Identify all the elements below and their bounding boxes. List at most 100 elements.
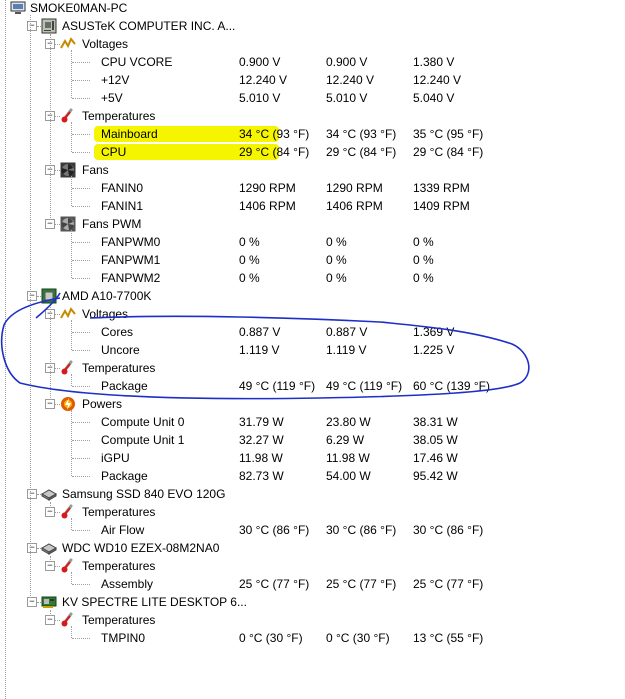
group-label: Fans — [82, 163, 109, 177]
sensor-value: 0 % — [239, 271, 260, 285]
hardware-node-amd[interactable]: − AMD A10-7700K — [0, 287, 625, 305]
hardware-label: KV SPECTRE LITE DESKTOP 6... — [62, 595, 247, 609]
sensor-group-powers[interactable]: − Powers — [0, 395, 625, 413]
sensor-group-temperatures[interactable]: − Temperatures — [0, 611, 625, 629]
sensor-min: 0.887 V — [326, 325, 368, 339]
sensor-group-fans-pwm[interactable]: − Fans PWM — [0, 215, 625, 233]
group-label: Temperatures — [82, 505, 156, 519]
tree-guide-line — [72, 386, 90, 387]
sensor-group-temperatures[interactable]: − Temperatures — [0, 503, 625, 521]
sensor-row[interactable]: Compute Unit 1 32.27 W 6.29 W 38.05 W — [0, 431, 625, 449]
sensor-max: 13 °C (55 °F) — [413, 631, 484, 645]
sensor-group-voltages[interactable]: − Voltages — [0, 35, 625, 53]
sensor-name: +12V — [101, 73, 130, 87]
sensor-row[interactable]: FANPWM2 0 % 0 % 0 % — [0, 269, 625, 287]
sensor-row[interactable]: Package 82.73 W 54.00 W 95.42 W — [0, 467, 625, 485]
computer-icon — [10, 0, 26, 16]
sensor-row[interactable]: FANIN1 1406 RPM 1406 RPM 1409 RPM — [0, 197, 625, 215]
sensor-max: 29 °C (84 °F) — [413, 145, 484, 159]
sensor-row[interactable]: Mainboard 34 °C (93 °F) 34 °C (93 °F) 35 °C… — [0, 125, 625, 143]
sensor-name: TMPIN0 — [101, 631, 146, 645]
expand-toggle[interactable]: − — [27, 291, 37, 301]
sensor-group-voltages[interactable]: − Voltages — [0, 305, 625, 323]
expand-toggle[interactable]: − — [45, 219, 55, 229]
expand-toggle[interactable]: − — [45, 399, 55, 409]
expand-toggle[interactable]: − — [45, 561, 55, 571]
tree-guide-line — [72, 422, 90, 423]
tree-guide-line — [71, 320, 72, 350]
sensor-min: 25 °C (77 °F) — [326, 577, 397, 591]
tree-guide-line — [37, 602, 41, 603]
sensor-row[interactable]: FANPWM1 0 % 0 % 0 % — [0, 251, 625, 269]
expand-toggle[interactable]: − — [45, 507, 55, 517]
expand-toggle[interactable]: − — [27, 597, 37, 607]
thermometer-icon — [60, 612, 76, 628]
sensor-group-temperatures[interactable]: − Temperatures — [0, 557, 625, 575]
tree-guide-line — [72, 458, 90, 459]
hardware-node-kv[interactable]: − KV SPECTRE LITE DESKTOP 6... — [0, 593, 625, 611]
sensor-name: FANPWM0 — [101, 235, 161, 249]
sensor-group-fans[interactable]: − Fans — [0, 161, 625, 179]
sensor-row[interactable]: Uncore 1.119 V 1.119 V 1.225 V — [0, 341, 625, 359]
tree-guide-line — [72, 62, 90, 63]
expand-toggle[interactable]: − — [27, 21, 37, 31]
sensor-max: 1.380 V — [413, 55, 455, 69]
sensor-min: 0 % — [326, 271, 347, 285]
thermometer-icon — [60, 504, 76, 520]
tree-guide-line — [37, 296, 41, 297]
hardware-node-ssd[interactable]: − Samsung SSD 840 EVO 120G — [0, 485, 625, 503]
hardware-node-asus[interactable]: − ASUSTeK COMPUTER INC. A... — [0, 17, 625, 35]
tree-guide-line — [37, 548, 41, 549]
expand-toggle[interactable]: − — [27, 543, 37, 553]
hardware-label: ASUSTeK COMPUTER INC. A... — [62, 19, 236, 33]
sensor-max: 12.240 V — [413, 73, 462, 87]
hardware-node-wdc[interactable]: − WDC WD10 EZEX-08M2NA0 — [0, 539, 625, 557]
sensor-row[interactable]: CPU VCORE 0.900 V 0.900 V 1.380 V — [0, 53, 625, 71]
sensor-value: 82.73 W — [239, 469, 284, 483]
sensor-name: Package — [101, 379, 148, 393]
sensor-value: 49 °C (119 °F) — [239, 379, 316, 393]
sensor-min: 29 °C (84 °F) — [326, 145, 397, 159]
tree-guide-line — [72, 350, 90, 351]
power-icon — [60, 396, 76, 412]
group-label: Fans PWM — [82, 217, 142, 231]
tree-guide-line — [30, 15, 31, 598]
sensor-name: FANPWM1 — [101, 253, 161, 267]
sensor-row[interactable]: +5V 5.010 V 5.010 V 5.040 V — [0, 89, 625, 107]
sensor-row[interactable]: iGPU 11.98 W 11.98 W 17.46 W — [0, 449, 625, 467]
sensor-row[interactable]: Cores 0.887 V 0.887 V 1.369 V — [0, 323, 625, 341]
sensor-name: Compute Unit 0 — [101, 415, 185, 429]
sensor-min: 5.010 V — [326, 91, 368, 105]
sensor-min: 30 °C (86 °F) — [326, 523, 397, 537]
tree-guide-line — [37, 494, 41, 495]
sensor-row[interactable]: FANPWM0 0 % 0 % 0 % — [0, 233, 625, 251]
sensor-value: 1.119 V — [239, 343, 280, 357]
expand-toggle[interactable]: − — [27, 489, 37, 499]
tree-guide-line — [50, 502, 51, 508]
disk-drive-icon — [40, 540, 58, 556]
sensor-group-temperatures[interactable]: − Temperatures — [0, 107, 625, 125]
sensor-value: 11.98 W — [239, 451, 283, 465]
tree-guide-line — [71, 374, 72, 386]
sensor-row[interactable]: Assembly 25 °C (77 °F) 25 °C (77 °F) 25 °C … — [0, 575, 625, 593]
tree-guide-line — [72, 530, 90, 531]
tree-guide-line — [5, 0, 6, 699]
sensor-name: Air Flow — [101, 523, 145, 537]
sensor-row[interactable]: FANIN0 1290 RPM 1290 RPM 1339 RPM — [0, 179, 625, 197]
sensor-max: 35 °C (95 °F) — [413, 127, 484, 141]
sensor-row[interactable]: +12V 12.240 V 12.240 V 12.240 V — [0, 71, 625, 89]
sensor-value: 0.900 V — [239, 55, 281, 69]
tree-guide-line — [55, 314, 60, 315]
sensor-row[interactable]: Compute Unit 0 31.79 W 23.80 W 38.31 W — [0, 413, 625, 431]
sensor-group-temperatures[interactable]: − Temperatures — [0, 359, 625, 377]
sensor-row[interactable]: Package 49 °C (119 °F) 49 °C (119 °F) 60 °C… — [0, 377, 625, 395]
sensor-max: 95.42 W — [413, 469, 458, 483]
sensor-row[interactable]: TMPIN0 0 °C (30 °F) 0 °C (30 °F) 13 °C (55 … — [0, 629, 625, 647]
sensor-row[interactable]: CPU 29 °C (84 °F) 29 °C (84 °F) 29 °C (84 °… — [0, 143, 625, 161]
sensor-row[interactable]: Air Flow 30 °C (86 °F) 30 °C (86 °F) 30 °C … — [0, 521, 625, 539]
expand-toggle[interactable]: − — [45, 615, 55, 625]
cpu-chip-icon — [41, 288, 57, 304]
group-label: Temperatures — [82, 559, 156, 573]
tree-root-computer[interactable]: SMOKE0MAN-PC — [0, 0, 625, 17]
sensor-value: 30 °C (86 °F) — [239, 523, 310, 537]
